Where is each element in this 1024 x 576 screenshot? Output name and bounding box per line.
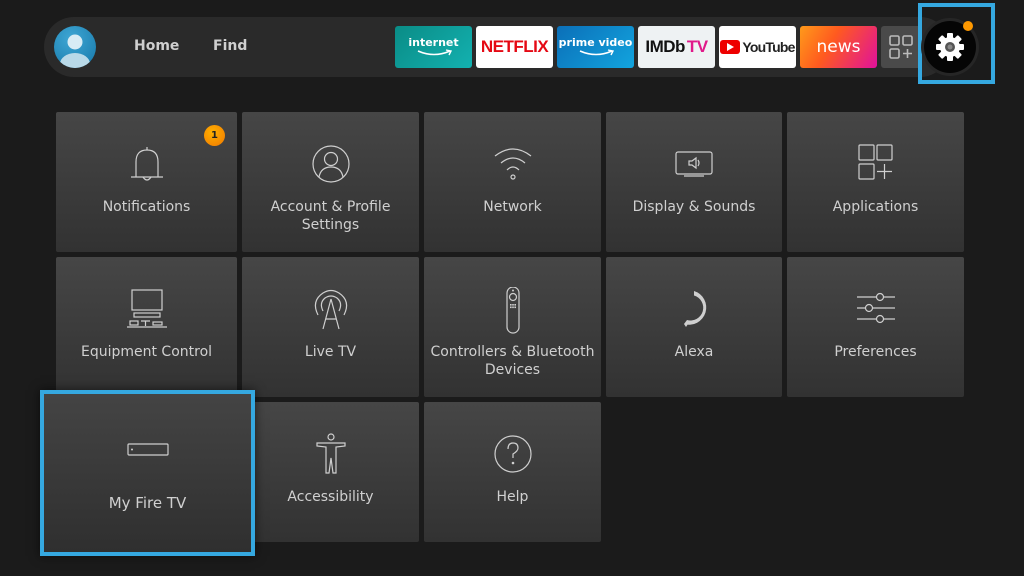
youtube-play-icon — [720, 40, 741, 54]
tile-account-profile-settings[interactable]: Account & Profile Settings — [242, 112, 419, 252]
app-youtube-label: YouTube — [742, 39, 795, 55]
wifi-icon — [494, 148, 531, 180]
tile-label: Live TV — [304, 344, 357, 360]
antenna-icon — [314, 289, 347, 330]
tile-live-tv[interactable]: Live TV — [242, 257, 419, 397]
tile-equipment-control[interactable]: Equipment Control — [56, 257, 237, 397]
nav-find[interactable]: Find — [213, 38, 247, 54]
fire-tv-device-icon — [126, 443, 169, 456]
alexa-icon — [684, 291, 707, 327]
tile-label: Applications — [832, 199, 919, 215]
tile-label: Display & Sounds — [632, 199, 756, 215]
tile-help[interactable]: Help — [424, 402, 601, 542]
bell-icon — [130, 147, 163, 181]
app-youtube[interactable]: YouTube — [719, 26, 796, 68]
help-icon — [493, 435, 532, 473]
app-imdb-tv[interactable]: IMDb TV — [638, 26, 715, 68]
accessibility-icon — [315, 433, 346, 474]
tile-notifications[interactable]: 1 Notifications — [56, 112, 237, 252]
app-prime-video[interactable]: prime video — [557, 26, 634, 68]
app-imdb-label: IMDb — [645, 37, 685, 56]
tile-label: Equipment Control — [80, 344, 213, 360]
remote-icon — [505, 287, 520, 334]
tile-label: My Fire TV — [108, 494, 187, 512]
profile-avatar[interactable] — [54, 26, 96, 68]
tile-display-sounds[interactable]: Display & Sounds — [606, 112, 782, 252]
nav-home[interactable]: Home — [134, 38, 179, 54]
tile-alexa[interactable]: Alexa — [606, 257, 782, 397]
settings-alert-dot — [963, 21, 973, 31]
tile-label: Preferences — [834, 344, 917, 360]
grid-plus-icon — [889, 35, 913, 59]
tile-label: Account & Profile Settings — [270, 199, 391, 233]
app-news[interactable]: news — [800, 26, 877, 68]
tile-network[interactable]: Network — [424, 112, 601, 252]
app-netflix-label: NETFLIX — [480, 37, 549, 56]
tile-controllers-bluetooth[interactable]: Controllers & Bluetooth Devices — [424, 257, 601, 397]
tile-label: Notifications — [102, 199, 191, 215]
app-internet[interactable]: internet — [395, 26, 472, 68]
tile-label: Controllers & Bluetooth Devices — [430, 344, 595, 378]
tile-label: Network — [483, 199, 542, 215]
apps-icon — [857, 144, 893, 180]
app-imdb-tv-suffix: TV — [686, 37, 708, 56]
app-news-label: news — [816, 37, 861, 57]
tile-accessibility[interactable]: Accessibility — [242, 402, 419, 542]
tile-label: Accessibility — [287, 489, 374, 505]
gear-icon — [936, 33, 964, 61]
person-circle-icon — [311, 145, 350, 183]
app-netflix[interactable]: NETFLIX — [476, 26, 553, 68]
profile-avatar-icon — [60, 34, 90, 68]
display-sound-icon — [675, 151, 713, 177]
all-apps-button[interactable] — [881, 26, 921, 68]
tile-applications[interactable]: Applications — [787, 112, 964, 252]
tile-label: Alexa — [674, 344, 714, 360]
app-prime-video-label: prime video — [558, 36, 633, 49]
amazon-smile-icon — [417, 49, 452, 56]
tile-my-fire-tv[interactable]: My Fire TV — [40, 390, 255, 556]
amazon-smile-icon — [579, 49, 614, 56]
sliders-icon — [856, 292, 895, 324]
tv-equipment-icon — [126, 289, 167, 328]
app-internet-label: internet — [408, 36, 459, 49]
tile-label: Help — [496, 489, 529, 505]
tile-preferences[interactable]: Preferences — [787, 257, 964, 397]
